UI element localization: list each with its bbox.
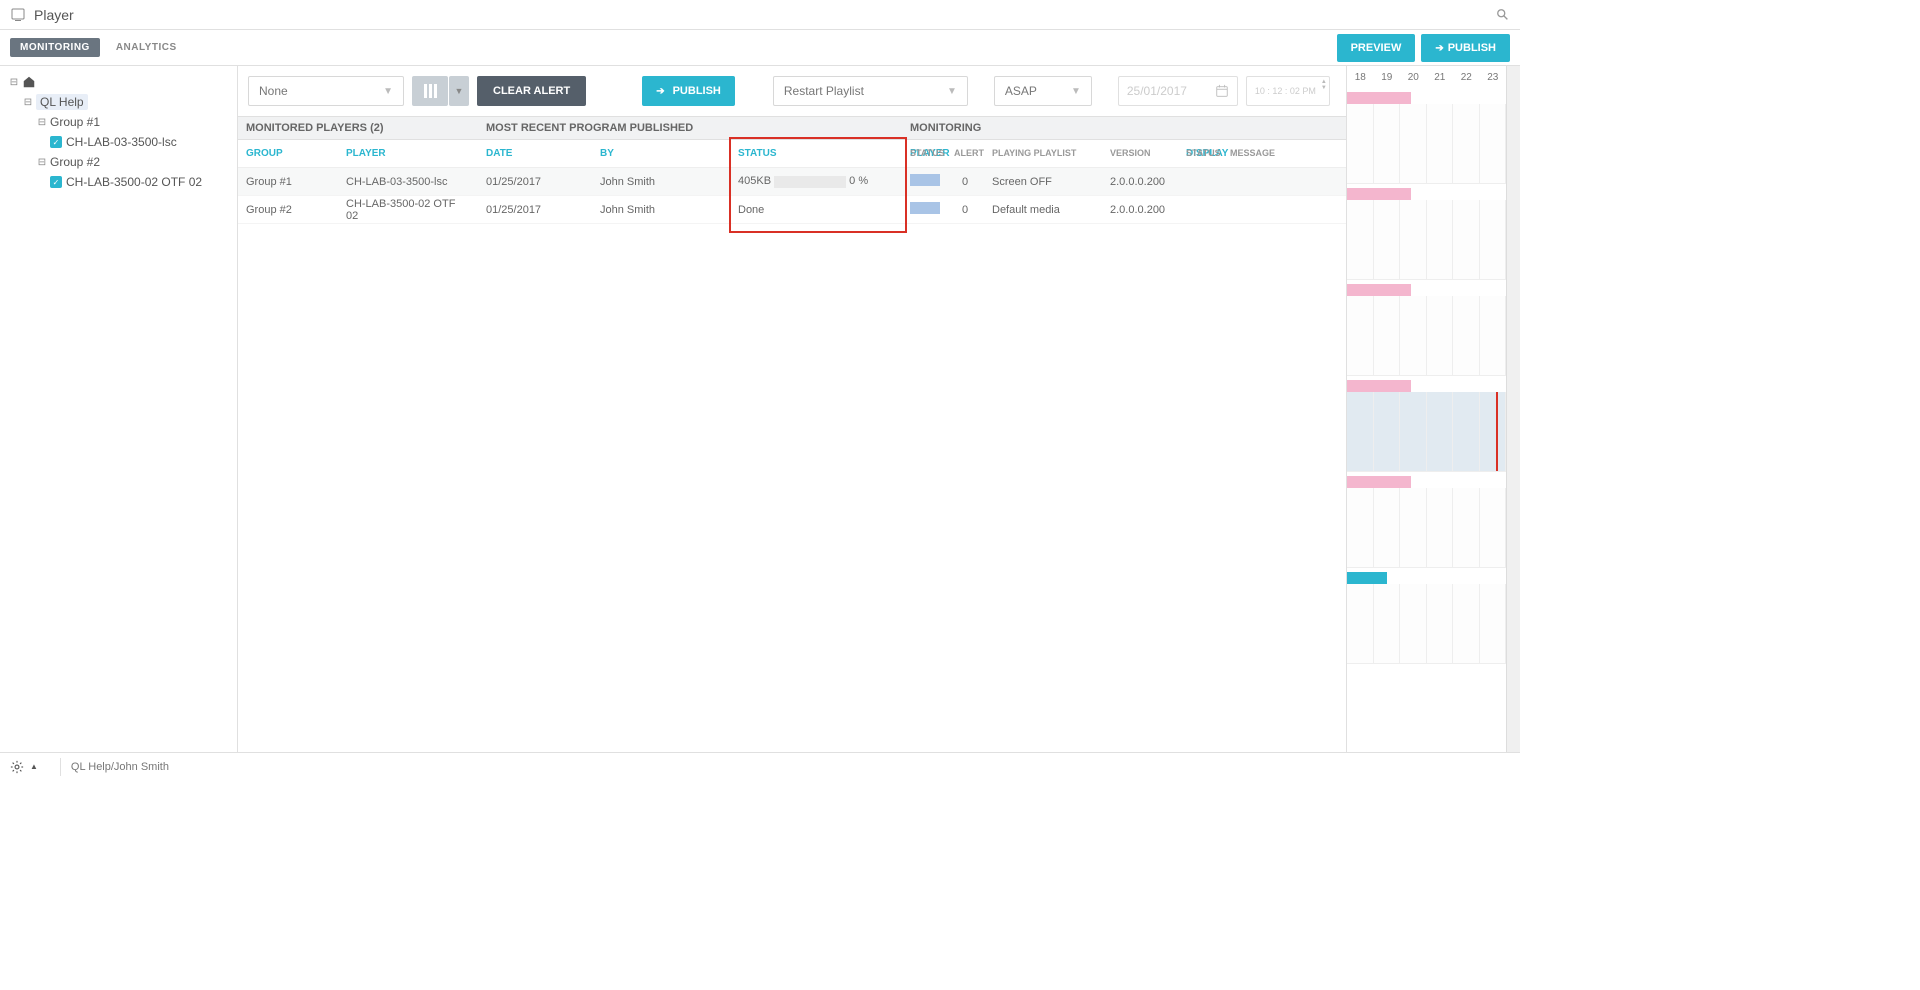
search-icon[interactable] — [1496, 8, 1510, 22]
col-group[interactable]: GROUP — [238, 148, 338, 159]
filter-select[interactable]: None▼ — [248, 76, 404, 106]
status-cell: 405KB 0 % — [730, 175, 902, 187]
column-headers: GROUP PLAYER DATE BY STATUS PLAYER STATU… — [238, 140, 1346, 168]
preview-button[interactable]: PREVIEW — [1337, 34, 1416, 62]
timeline-block[interactable] — [1347, 476, 1506, 568]
col-by[interactable]: BY — [592, 148, 730, 159]
checkbox-checked-icon[interactable]: ✓ — [50, 136, 62, 148]
tree-player[interactable]: ✓ CH-LAB-3500-02 OTF 02 — [4, 172, 233, 192]
date-input[interactable]: 25/01/2017 — [1118, 76, 1238, 106]
table-row[interactable]: Group #2 CH-LAB-3500-02 OTF 02 01/25/201… — [238, 196, 1346, 224]
topbar: Player — [0, 0, 1520, 30]
tree-player-label: CH-LAB-3500-02 OTF 02 — [66, 175, 202, 189]
toolbar: None▼ ▼ CLEAR ALERT PUBLISH Restart Play… — [238, 66, 1346, 116]
timeline-block[interactable] — [1347, 284, 1506, 376]
status-chip — [902, 174, 946, 189]
table-row[interactable]: Group #1 CH-LAB-03-3500-lsc 01/25/2017 J… — [238, 168, 1346, 196]
player-icon — [10, 7, 26, 23]
tree-root-label: QL Help — [36, 94, 88, 110]
section-monitored: MONITORED PLAYERS (2) — [246, 122, 486, 134]
caret-up-icon[interactable]: ▲ — [30, 762, 38, 771]
col-status[interactable]: STATUS — [730, 148, 902, 159]
timeline-panel: 18 19 20 21 22 23 — [1346, 66, 1506, 752]
timeline-block[interactable] — [1347, 380, 1506, 472]
subnav: MONITORING ANALYTICS PREVIEW PUBLISH — [0, 30, 1520, 66]
when-select[interactable]: ASAP▼ — [994, 76, 1092, 106]
tree-root[interactable]: ⊟ QL Help — [4, 92, 233, 112]
restart-select[interactable]: Restart Playlist▼ — [773, 76, 968, 106]
checkbox-checked-icon[interactable]: ✓ — [50, 176, 62, 188]
tree-group[interactable]: ⊟ Group #2 — [4, 152, 233, 172]
timeline-hours: 18 19 20 21 22 23 — [1347, 66, 1506, 88]
col-message[interactable]: MESSAGE — [1230, 148, 1275, 158]
gear-icon[interactable] — [10, 760, 24, 774]
sidebar: ⊟ ⊟ QL Help ⊟ Group #1 ✓ CH-LAB-03-3500-… — [0, 66, 238, 752]
section-recent: MOST RECENT PROGRAM PUBLISHED — [486, 122, 910, 134]
grid-section-head: MONITORED PLAYERS (2) MOST RECENT PROGRA… — [238, 116, 1346, 140]
collapse-icon[interactable]: ⊟ — [36, 117, 48, 128]
scrollbar[interactable] — [1506, 66, 1520, 752]
home-icon — [22, 75, 36, 89]
tree-group-label: Group #2 — [50, 155, 100, 169]
col-date[interactable]: DATE — [478, 148, 592, 159]
timeline-body[interactable] — [1347, 88, 1506, 752]
arrow-right-icon — [656, 85, 668, 97]
tree-group[interactable]: ⊟ Group #1 — [4, 112, 233, 132]
timeline-block[interactable] — [1347, 92, 1506, 184]
divider — [60, 758, 61, 776]
tab-analytics[interactable]: ANALYTICS — [106, 38, 187, 57]
clear-alert-button[interactable]: CLEAR ALERT — [477, 76, 586, 106]
caret-down-icon: ▼ — [947, 86, 957, 97]
publish-small-button[interactable]: PUBLISH — [642, 76, 735, 106]
page-title: Player — [34, 7, 74, 23]
footer: ▲ QL Help/John Smith — [0, 752, 1520, 780]
time-input[interactable]: 10 : 12 : 02 PM ▲▼ — [1246, 76, 1330, 106]
tree-home[interactable]: ⊟ — [4, 72, 233, 92]
stepper-down-icon[interactable]: ▼ — [1321, 85, 1327, 91]
collapse-icon[interactable]: ⊟ — [8, 77, 20, 88]
calendar-icon — [1215, 84, 1229, 98]
col-mstatus[interactable]: STATUS — [910, 148, 954, 158]
col-dstatus[interactable]: STATUS — [1186, 148, 1230, 158]
arrow-right-icon — [1435, 42, 1447, 54]
col-version[interactable]: VERSION — [1110, 148, 1186, 158]
section-monitoring: MONITORING — [910, 122, 981, 134]
progress-bar — [774, 176, 846, 188]
caret-down-icon: ▼ — [383, 86, 393, 97]
collapse-icon[interactable]: ⊟ — [22, 97, 34, 108]
status-chip — [902, 202, 946, 217]
tab-monitoring[interactable]: MONITORING — [10, 38, 100, 57]
publish-button[interactable]: PUBLISH — [1421, 34, 1510, 62]
col-player[interactable]: PLAYER — [338, 148, 478, 159]
columns-icon — [424, 84, 437, 98]
collapse-icon[interactable]: ⊟ — [36, 157, 48, 168]
tree-player-label: CH-LAB-03-3500-lsc — [66, 135, 177, 149]
timeline-block[interactable] — [1347, 572, 1506, 664]
tree-group-label: Group #1 — [50, 115, 100, 129]
footer-path: QL Help/John Smith — [71, 761, 169, 773]
columns-caret[interactable]: ▼ — [449, 76, 469, 106]
timeline-block[interactable] — [1347, 188, 1506, 280]
caret-down-icon: ▼ — [1071, 86, 1081, 97]
col-playlist[interactable]: PLAYING PLAYLIST — [992, 148, 1110, 158]
columns-button[interactable] — [412, 76, 448, 106]
main: None▼ ▼ CLEAR ALERT PUBLISH Restart Play… — [238, 66, 1346, 752]
tree-player[interactable]: ✓ CH-LAB-03-3500-lsc — [4, 132, 233, 152]
col-alert[interactable]: ALERT — [954, 148, 992, 158]
